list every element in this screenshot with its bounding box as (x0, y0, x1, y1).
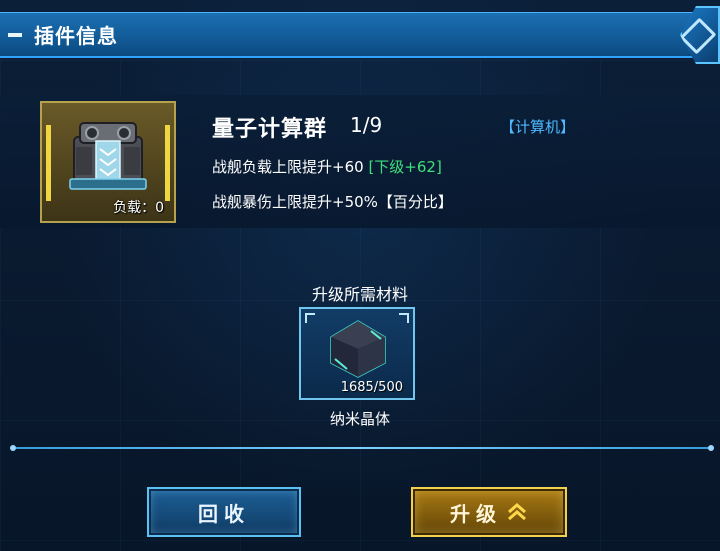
upgrade-button-label: 升级 (450, 501, 502, 526)
quantum-computer-icon (69, 122, 147, 190)
stat-crit-bonus: 战舰暴伤上限提升+50%【百分比】 (212, 193, 453, 211)
plugin-load-label: 负载：0 (113, 200, 164, 216)
collapse-dash-icon (8, 32, 22, 37)
recycle-button[interactable]: 回收 (147, 487, 301, 537)
card-corner-right (399, 313, 409, 323)
stat-load-bonus-text: 战舰负载上限提升+60 (212, 158, 369, 176)
plugin-level: 1/9 (350, 113, 383, 137)
upgrade-button[interactable]: 升级 (411, 487, 567, 537)
section-divider (10, 445, 714, 451)
window-title: 插件信息 (34, 24, 118, 48)
plugin-item-card[interactable]: 负载：0 (40, 101, 176, 223)
title-bar: 插件信息 (0, 12, 720, 58)
stat-next-level: [下级+62] (368, 158, 442, 176)
material-name: 纳米晶体 (329, 410, 390, 428)
rarity-bar-right (165, 125, 170, 201)
recycle-button-label: 回收 (198, 501, 250, 526)
nano-crystal-icon (330, 320, 386, 378)
plugin-name: 量子计算群 (212, 117, 328, 142)
material-card[interactable]: 1685/500 (299, 307, 415, 400)
card-corner-left (305, 313, 315, 323)
material-count: 1685/500 (340, 380, 403, 395)
double-chevron-up-icon (508, 503, 526, 521)
plugin-type-tag: 【计算机】 (500, 118, 576, 136)
plugin-info-panel: 插件信息 负载：0 量子计算群 1/9 【计算机】 战舰负载上限提升+60 [下… (0, 0, 720, 551)
materials-title: 升级所需材料 (311, 285, 408, 304)
stat-load-bonus: 战舰负载上限提升+60 [下级+62] (212, 156, 442, 177)
rarity-bar-left (46, 125, 51, 201)
